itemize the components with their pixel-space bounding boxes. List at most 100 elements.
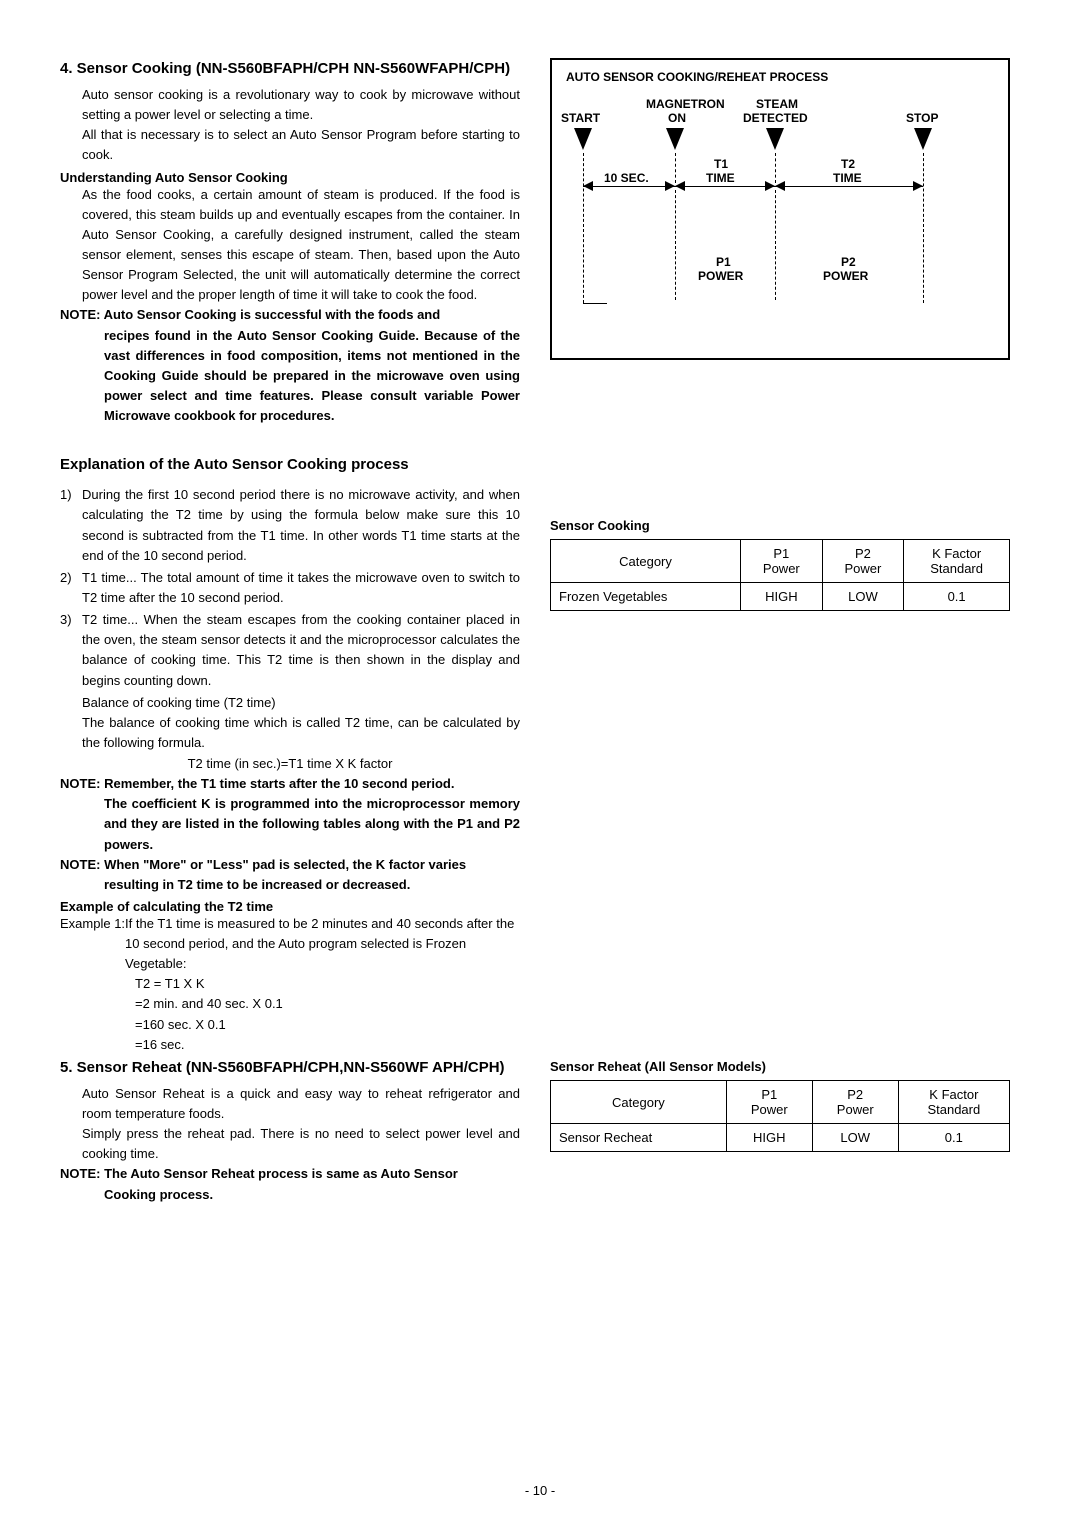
- hline: [583, 303, 607, 304]
- triangle-icon: [574, 128, 592, 150]
- section4-title: 4. Sensor Cooking (NN-S560BFAPH/CPH NN-S…: [60, 58, 520, 79]
- diagram-start: START: [561, 112, 600, 125]
- ex-calc-3: =160 sec. X 0.1: [135, 1015, 520, 1035]
- ex-calc-4: =16 sec.: [135, 1035, 520, 1055]
- t1-h2: P1Power: [741, 540, 823, 583]
- t2-h4: K FactorStandard: [898, 1081, 1009, 1124]
- diagram-p2: P2: [841, 256, 856, 269]
- section4-p3: As the food cooks, a certain amount of s…: [82, 185, 520, 306]
- t2-c2: HIGH: [726, 1124, 812, 1152]
- arrow-left-icon: [775, 181, 785, 191]
- t1-h1: Category: [551, 540, 741, 583]
- section4-note1: NOTE: Auto Sensor Cooking is successful …: [60, 305, 520, 426]
- diagram-t1: T1: [714, 158, 728, 171]
- diagram-box: AUTO SENSOR COOKING/REHEAT PROCESS MAGNE…: [550, 58, 1010, 360]
- diagram-p1: P1: [716, 256, 731, 269]
- example-title: Example of calculating the T2 time: [60, 899, 520, 914]
- proc-item-3: 3) T2 time... When the steam escapes fro…: [60, 610, 520, 691]
- diagram-time1: TIME: [706, 172, 735, 185]
- note5-first: The Auto Sensor Reheat process is same a…: [104, 1166, 458, 1181]
- note1-first: Auto Sensor Cooking is successful with t…: [104, 307, 441, 322]
- section4-sub1: Understanding Auto Sensor Cooking: [60, 170, 520, 185]
- note5-body: Cooking process.: [104, 1185, 520, 1205]
- note2-body: The coefficient K is programmed into the…: [104, 794, 520, 854]
- note5-label: NOTE:: [60, 1166, 100, 1181]
- t2-h2: P1Power: [726, 1081, 812, 1124]
- diagram-10sec: 10 SEC.: [604, 172, 649, 185]
- diagram-t2: T2: [841, 158, 855, 171]
- hline: [583, 186, 675, 187]
- dashed-line: [583, 153, 584, 303]
- section4-p1: Auto sensor cooking is a revolutionary w…: [82, 85, 520, 125]
- proc-num-1: 1): [60, 485, 82, 566]
- arrow-left-icon: [583, 181, 593, 191]
- dashed-line: [675, 153, 676, 183]
- diagram-power1: POWER: [698, 270, 743, 283]
- note-label: NOTE:: [60, 307, 100, 322]
- section5-p2: Simply press the reheat pad. There is no…: [82, 1124, 520, 1164]
- table2-title: Sensor Reheat (All Sensor Models): [550, 1059, 1010, 1074]
- arrow-right-icon: [913, 181, 923, 191]
- triangle-icon: [766, 128, 784, 150]
- ex-calc-1: T2 = T1 X K: [135, 974, 520, 994]
- t2-c1: Sensor Recheat: [551, 1124, 727, 1152]
- process-title: Explanation of the Auto Sensor Cooking p…: [60, 454, 520, 475]
- dashed-line: [775, 153, 776, 183]
- ex-body: If the T1 time is measured to be 2 minut…: [125, 914, 520, 974]
- dashed-line: [775, 190, 776, 300]
- proc-item-1: 1) During the first 10 second period the…: [60, 485, 520, 566]
- proc-txt-3: T2 time... When the steam escapes from t…: [82, 610, 520, 691]
- section5-p1: Auto Sensor Reheat is a quick and easy w…: [82, 1084, 520, 1124]
- note3-first: When "More" or "Less" pad is selected, t…: [104, 857, 466, 872]
- dashed-line: [675, 190, 676, 300]
- process-note3: NOTE: When "More" or "Less" pad is selec…: [60, 855, 520, 895]
- t1-c4: 0.1: [904, 583, 1010, 611]
- formula: T2 time (in sec.)=T1 time X K factor: [60, 756, 520, 771]
- dashed-line: [923, 153, 924, 303]
- t1-h4: K FactorStandard: [904, 540, 1010, 583]
- t2-h1: Category: [551, 1081, 727, 1124]
- diagram-title: AUTO SENSOR COOKING/REHEAT PROCESS: [566, 70, 994, 84]
- balance-2: The balance of cooking time which is cal…: [82, 713, 520, 753]
- t2-h3: P2Power: [812, 1081, 898, 1124]
- arrow-right-icon: [665, 181, 675, 191]
- diagram-time2: TIME: [833, 172, 862, 185]
- triangle-icon: [914, 128, 932, 150]
- note3-label: NOTE:: [60, 857, 100, 872]
- arrow-right-icon: [765, 181, 775, 191]
- arrow-left-icon: [675, 181, 685, 191]
- section5-note: NOTE: The Auto Sensor Reheat process is …: [60, 1164, 520, 1204]
- proc-item-2: 2) T1 time... The total amount of time i…: [60, 568, 520, 608]
- triangle-icon: [666, 128, 684, 150]
- diagram-detected: DETECTED: [743, 112, 808, 125]
- t2-c4: 0.1: [898, 1124, 1009, 1152]
- proc-num-2: 2): [60, 568, 82, 608]
- section5-title: 5. Sensor Reheat (NN-S560BFAPH/CPH,NN-S5…: [60, 1057, 520, 1078]
- hline: [775, 186, 923, 187]
- page-number: - 10 -: [0, 1483, 1080, 1498]
- table1-title: Sensor Cooking: [550, 518, 1010, 533]
- hline: [675, 186, 775, 187]
- balance-1: Balance of cooking time (T2 time): [82, 693, 520, 713]
- diagram-magnetron: MAGNETRON: [646, 98, 725, 111]
- t2-c3: LOW: [812, 1124, 898, 1152]
- t1-c2: HIGH: [741, 583, 823, 611]
- proc-num-3: 3): [60, 610, 82, 691]
- note3-body: resulting in T2 time to be increased or …: [104, 875, 520, 895]
- example-1-line: Example 1: If the T1 time is measured to…: [60, 914, 520, 974]
- t1-h3: P2Power: [822, 540, 904, 583]
- diagram-on: ON: [668, 112, 686, 125]
- ex-calc-2: =2 min. and 40 sec. X 0.1: [135, 994, 520, 1014]
- section4-p2: All that is necessary is to select an Au…: [82, 125, 520, 165]
- table-sensor-reheat: Category P1Power P2Power K FactorStandar…: [550, 1080, 1010, 1152]
- diagram-steam: STEAM: [756, 98, 798, 111]
- note2-label: NOTE:: [60, 776, 100, 791]
- note2-first: Remember, the T1 time starts after the 1…: [104, 776, 454, 791]
- table-sensor-cooking: Category P1Power P2Power K FactorStandar…: [550, 539, 1010, 611]
- t1-c3: LOW: [822, 583, 904, 611]
- ex-label: Example 1:: [60, 914, 125, 974]
- proc-txt-2: T1 time... The total amount of time it t…: [82, 568, 520, 608]
- process-note2: NOTE: Remember, the T1 time starts after…: [60, 774, 520, 855]
- diagram-stop: STOP: [906, 112, 938, 125]
- t1-c1: Frozen Vegetables: [551, 583, 741, 611]
